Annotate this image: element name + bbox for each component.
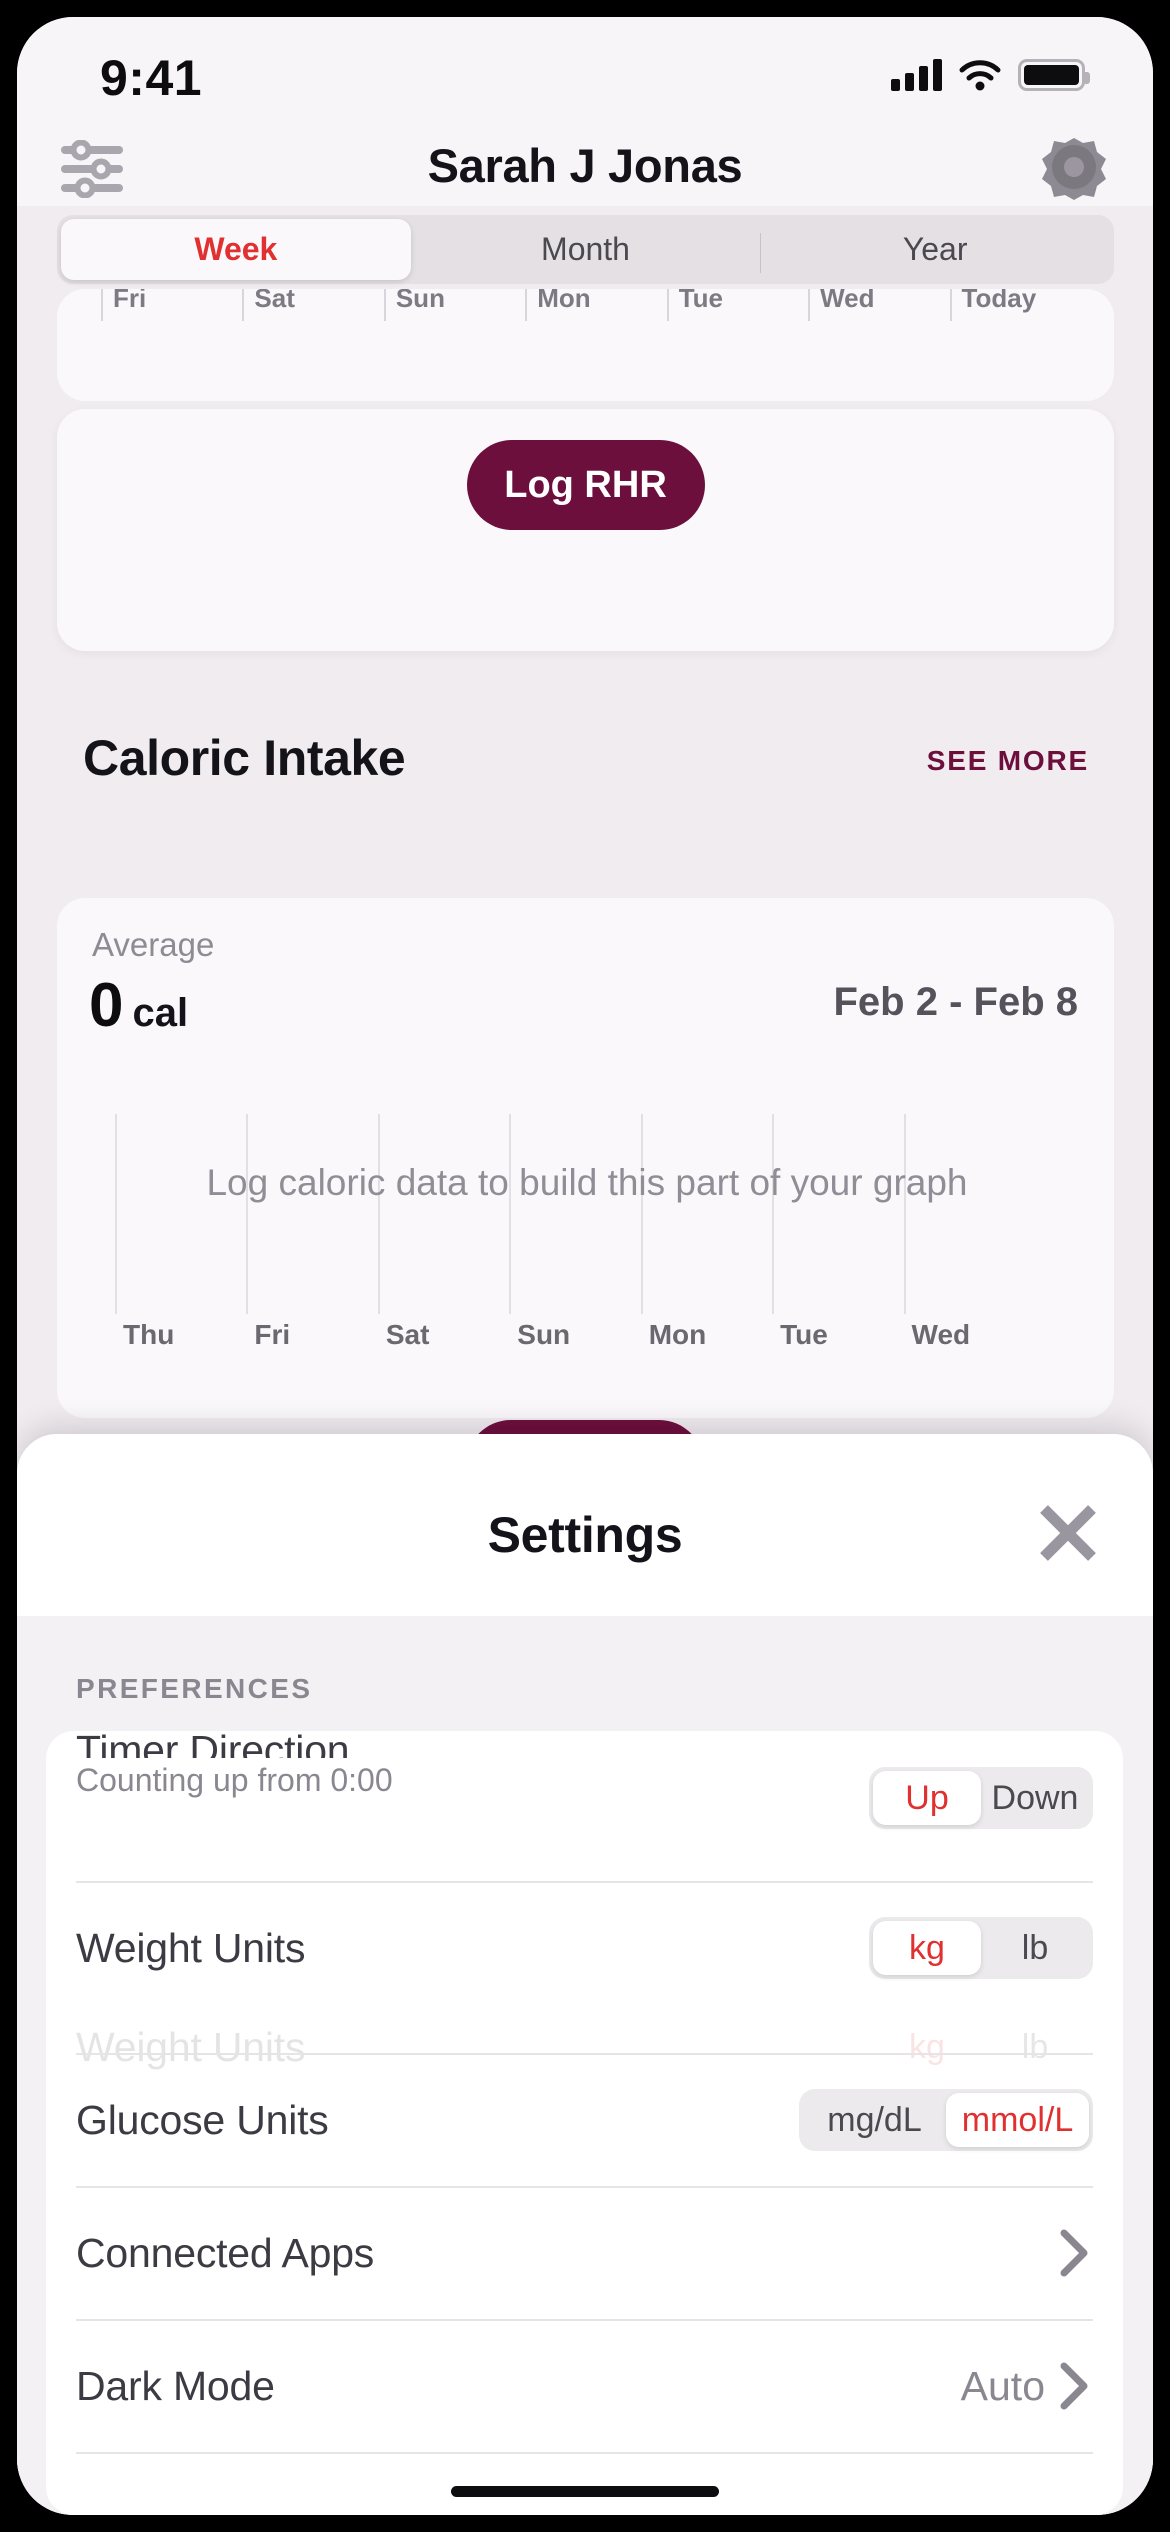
setting-row-dark-mode[interactable]: Dark Mode Auto xyxy=(46,2319,1123,2452)
chart-empty-message: Log caloric data to build this part of y… xyxy=(206,1162,968,1203)
phone-device-frame: 9:41 Sarah J Jonas Week Month Year Fri S… xyxy=(0,0,1170,2532)
app-screen: 9:41 Sarah J Jonas Week Month Year Fri S… xyxy=(17,17,1153,2515)
see-more-link[interactable]: SEE MORE xyxy=(927,745,1089,777)
gridline-column xyxy=(115,1114,246,1314)
setting-row-glucose-units[interactable]: Glucose Units mg/dL mmol/L xyxy=(46,2053,1123,2186)
date-range-label: Feb 2 - Feb 8 xyxy=(833,980,1079,1024)
row-divider xyxy=(76,2452,1093,2454)
settings-sheet-body: PREFERENCES Timer Direction Counting up … xyxy=(17,1616,1153,2515)
gridline-column xyxy=(903,1114,1035,1314)
settings-sheet-header: Settings xyxy=(17,1434,1153,1616)
close-x-icon[interactable] xyxy=(1037,1502,1099,1564)
caloric-intake-card: Average 0 cal Feb 2 - Feb 8 Log caloric … xyxy=(57,898,1114,1418)
rhr-day-label: Sat xyxy=(242,289,383,321)
timer-direction-option-up[interactable]: Up xyxy=(873,1771,981,1825)
weight-units-toggle[interactable]: kg lb xyxy=(869,1917,1093,1979)
rhr-action-card: Log RHR xyxy=(57,409,1114,651)
glucose-units-option-mgdl[interactable]: mg/dL xyxy=(803,2093,946,2147)
average-unit: cal xyxy=(132,991,189,1035)
app-header: Sarah J Jonas xyxy=(17,132,1153,206)
setting-title: Dark Mode xyxy=(76,2363,275,2409)
period-tab-week[interactable]: Week xyxy=(61,219,411,280)
gridline-column xyxy=(377,1114,509,1314)
period-segmented-control[interactable]: Week Month Year xyxy=(57,215,1114,284)
rhr-day-label: Mon xyxy=(525,289,666,321)
home-indicator xyxy=(451,2486,719,2497)
gridline-column xyxy=(246,1114,377,1314)
glucose-units-option-mmoll[interactable]: mmol/L xyxy=(946,2093,1089,2147)
caloric-day-label: Sat xyxy=(385,1319,430,1350)
weight-units-option-lb[interactable]: lb xyxy=(981,1921,1089,1975)
wifi-icon xyxy=(959,60,1001,91)
timer-direction-toggle[interactable]: Up Down xyxy=(869,1767,1093,1829)
setting-title: Connected Apps xyxy=(76,2230,375,2276)
setting-row-connected-apps[interactable]: Connected Apps xyxy=(46,2186,1123,2319)
period-tab-month[interactable]: Month xyxy=(411,219,761,280)
gridline-column xyxy=(640,1114,772,1314)
rhr-day-label: Tue xyxy=(666,289,808,321)
rhr-day-axis: Fri Sat Sun Mon Tue Wed Today xyxy=(101,289,1091,321)
rhr-day-label: Fri xyxy=(101,289,242,321)
gear-icon[interactable] xyxy=(1039,134,1109,204)
setting-title: Glucose Units xyxy=(76,2097,329,2143)
chart-gridlines xyxy=(115,1114,1035,1314)
settings-title: Settings xyxy=(487,1507,683,1563)
dark-mode-value: Auto xyxy=(960,2363,1045,2409)
glucose-units-toggle[interactable]: mg/dL mmol/L xyxy=(799,2089,1093,2151)
settings-modal-sheet: Settings PREFERENCES Timer Direction Cou… xyxy=(17,1434,1153,2515)
caloric-day-label: Sun xyxy=(517,1319,571,1350)
log-rhr-button[interactable]: Log RHR xyxy=(466,440,705,530)
rhr-day-label: Sun xyxy=(383,289,525,321)
caloric-intake-plot: Log caloric data to build this part of y… xyxy=(77,1114,1094,1374)
setting-title: Weight Units xyxy=(76,1925,306,1971)
gridline-column xyxy=(772,1114,903,1314)
average-label: Average xyxy=(92,926,215,963)
weight-units-option-kg[interactable]: kg xyxy=(873,1921,981,1975)
resting-heart-rate-chart-card: Fri Sat Sun Mon Tue Wed Today xyxy=(57,289,1114,401)
average-value: 0 xyxy=(89,971,123,1040)
caloric-day-axis: Thu Fri Sat Sun Mon Tue Wed xyxy=(115,1319,1035,1351)
period-tab-year[interactable]: Year xyxy=(760,219,1110,280)
battery-full-icon xyxy=(1018,59,1090,91)
caloric-day-label: Fri xyxy=(254,1319,291,1350)
setting-row-timer-direction[interactable]: Timer Direction Counting up from 0:00 Up… xyxy=(46,1731,1123,1881)
setting-row-weight-units[interactable]: Weight Units kg lb xyxy=(46,1881,1123,2014)
status-bar: 9:41 xyxy=(17,17,1153,132)
preferences-card: Timer Direction Counting up from 0:00 Up… xyxy=(46,1731,1123,2515)
cellular-signal-icon xyxy=(891,59,942,91)
caloric-day-label: Thu xyxy=(123,1319,175,1350)
preferences-section-label: PREFERENCES xyxy=(76,1673,313,1704)
chevron-right-icon xyxy=(1060,2229,1088,2277)
gridline-column xyxy=(509,1114,640,1314)
caloric-intake-header: Caloric Intake SEE MORE xyxy=(17,729,1153,809)
setting-subtitle: Counting up from 0:00 xyxy=(76,1762,393,1798)
average-value-row: 0 cal xyxy=(89,970,188,1041)
caloric-day-label: Tue xyxy=(780,1319,828,1350)
caloric-day-label: Wed xyxy=(911,1319,971,1350)
setting-title: Timer Direction xyxy=(76,1731,350,1758)
caloric-day-label: Mon xyxy=(648,1319,707,1350)
page-title: Sarah J Jonas xyxy=(427,139,743,192)
status-bar-indicators xyxy=(891,59,1090,91)
chevron-right-icon xyxy=(1060,2362,1088,2410)
rhr-day-label: Today xyxy=(949,289,1091,321)
rhr-day-label: Wed xyxy=(808,289,949,321)
timer-direction-option-down[interactable]: Down xyxy=(981,1771,1089,1825)
status-bar-clock: 9:41 xyxy=(100,50,203,106)
caloric-intake-title: Caloric Intake xyxy=(83,730,406,786)
